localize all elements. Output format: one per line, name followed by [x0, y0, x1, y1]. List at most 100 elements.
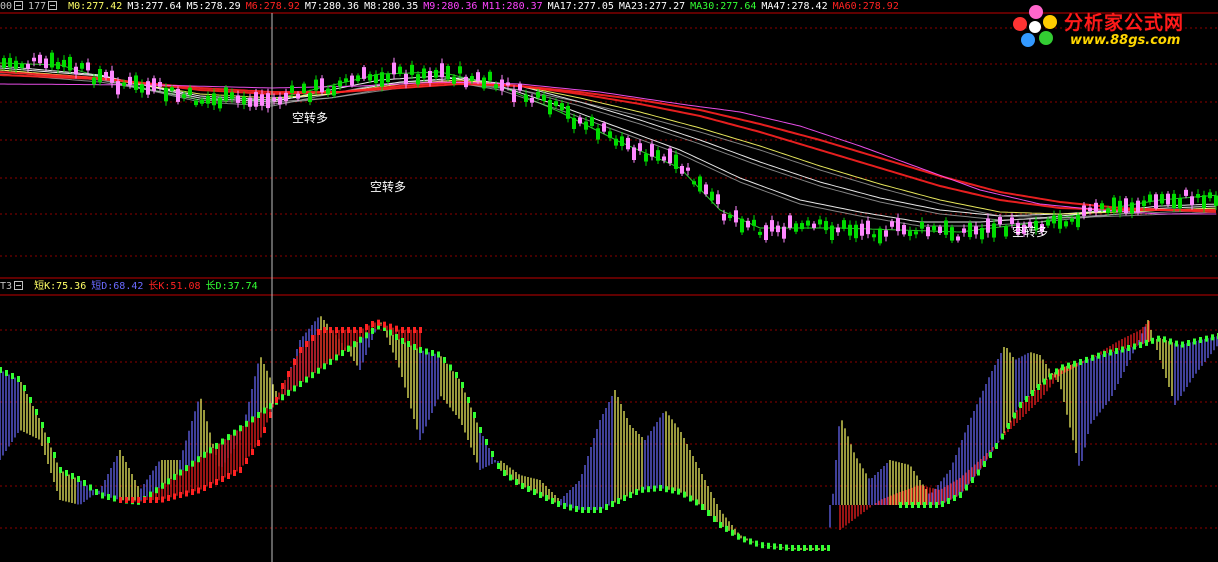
candle-body[interactable]	[254, 92, 258, 107]
candle-body[interactable]	[212, 93, 216, 106]
candle-body[interactable]	[806, 220, 810, 226]
candle-body[interactable]	[1106, 208, 1110, 214]
candle-body[interactable]	[1202, 195, 1206, 209]
candle-body[interactable]	[326, 88, 330, 94]
candle-body[interactable]	[848, 224, 852, 236]
candle-body[interactable]	[1136, 200, 1140, 213]
candle-body[interactable]	[722, 213, 726, 221]
candle-body[interactable]	[146, 81, 150, 95]
candle-body[interactable]	[758, 231, 762, 235]
candle-body[interactable]	[992, 223, 996, 238]
candle-body[interactable]	[938, 226, 942, 233]
candle-body[interactable]	[488, 71, 492, 81]
candle-body[interactable]	[572, 117, 576, 130]
candle-body[interactable]	[398, 66, 402, 74]
candle-body[interactable]	[704, 184, 708, 195]
candle-body[interactable]	[1004, 226, 1008, 237]
candle-body[interactable]	[662, 156, 666, 161]
candle-body[interactable]	[890, 221, 894, 227]
candle-body[interactable]	[950, 227, 954, 241]
collapse-icon[interactable]	[48, 1, 58, 10]
candle-body[interactable]	[476, 72, 480, 82]
candle-body[interactable]	[374, 74, 378, 84]
site-logo[interactable]: 分析家公式网 www.88gs.com	[1010, 2, 1210, 52]
candle-body[interactable]	[1172, 193, 1176, 209]
candle-body[interactable]	[506, 82, 510, 86]
candle-body[interactable]	[974, 226, 978, 235]
oscillator-panel[interactable]	[0, 316, 1218, 551]
candle-body[interactable]	[500, 79, 504, 91]
candle-body[interactable]	[746, 220, 750, 228]
candle-body[interactable]	[1082, 205, 1086, 216]
candle-body[interactable]	[908, 231, 912, 236]
candle-body[interactable]	[512, 90, 516, 103]
candle-body[interactable]	[794, 223, 798, 232]
candle-body[interactable]	[962, 228, 966, 233]
candle-body[interactable]	[284, 92, 288, 102]
candle-body[interactable]	[740, 218, 744, 233]
price-panel[interactable]: 空转多空转多空转多	[0, 49, 1218, 246]
candle-body[interactable]	[1160, 194, 1164, 204]
candle-body[interactable]	[338, 80, 342, 87]
candle-body[interactable]	[428, 71, 432, 83]
candle-body[interactable]	[68, 56, 72, 71]
candle-body[interactable]	[524, 94, 528, 102]
candle-body[interactable]	[464, 76, 468, 88]
candle-body[interactable]	[854, 224, 858, 239]
candle-body[interactable]	[128, 76, 132, 85]
candle-body[interactable]	[206, 95, 210, 104]
candle-body[interactable]	[836, 227, 840, 233]
candle-body[interactable]	[440, 63, 444, 78]
candle-body[interactable]	[302, 83, 306, 93]
candle-body[interactable]	[716, 194, 720, 205]
candle-body[interactable]	[770, 220, 774, 232]
candle-body[interactable]	[560, 103, 564, 111]
candle-body[interactable]	[92, 77, 96, 85]
candle-body[interactable]	[392, 62, 396, 75]
candle-body[interactable]	[260, 94, 264, 106]
candle-body[interactable]	[248, 97, 252, 107]
candle-body[interactable]	[14, 60, 18, 69]
candle-body[interactable]	[152, 78, 156, 91]
candle-body[interactable]	[656, 150, 660, 161]
candle-body[interactable]	[674, 154, 678, 169]
candle-body[interactable]	[362, 67, 366, 79]
candle-body[interactable]	[1100, 203, 1104, 210]
candle-body[interactable]	[968, 222, 972, 238]
candle-body[interactable]	[110, 70, 114, 83]
candle-body[interactable]	[1130, 202, 1134, 214]
candle-body[interactable]	[176, 88, 180, 102]
candle-body[interactable]	[1166, 193, 1170, 205]
candle-body[interactable]	[638, 143, 642, 151]
candle-body[interactable]	[914, 231, 918, 235]
candle-body[interactable]	[764, 225, 768, 241]
candle-body[interactable]	[644, 153, 648, 162]
candle-body[interactable]	[530, 97, 534, 103]
candle-body[interactable]	[1070, 218, 1074, 222]
candle-body[interactable]	[2, 58, 6, 68]
candle-body[interactable]	[1058, 214, 1062, 229]
candle-body[interactable]	[458, 66, 462, 74]
collapse-icon[interactable]	[14, 1, 24, 10]
candle-body[interactable]	[1112, 197, 1116, 213]
candle-body[interactable]	[752, 219, 756, 226]
candle-body[interactable]	[44, 58, 48, 69]
candle-body[interactable]	[812, 223, 816, 228]
collapse-icon[interactable]	[14, 281, 24, 290]
candle-body[interactable]	[578, 117, 582, 124]
candle-body[interactable]	[542, 94, 546, 102]
candle-body[interactable]	[308, 92, 312, 103]
candle-body[interactable]	[56, 62, 60, 70]
candle-body[interactable]	[956, 236, 960, 241]
candle-body[interactable]	[536, 91, 540, 98]
candle-body[interactable]	[1208, 192, 1212, 199]
candle-body[interactable]	[1010, 217, 1014, 224]
candle-body[interactable]	[158, 81, 162, 87]
candle-body[interactable]	[782, 226, 786, 239]
candle-body[interactable]	[1124, 198, 1128, 214]
candle-body[interactable]	[698, 176, 702, 192]
candle-body[interactable]	[830, 225, 834, 240]
candle-body[interactable]	[32, 57, 36, 62]
candle-body[interactable]	[272, 97, 276, 102]
candle-body[interactable]	[1214, 195, 1218, 206]
